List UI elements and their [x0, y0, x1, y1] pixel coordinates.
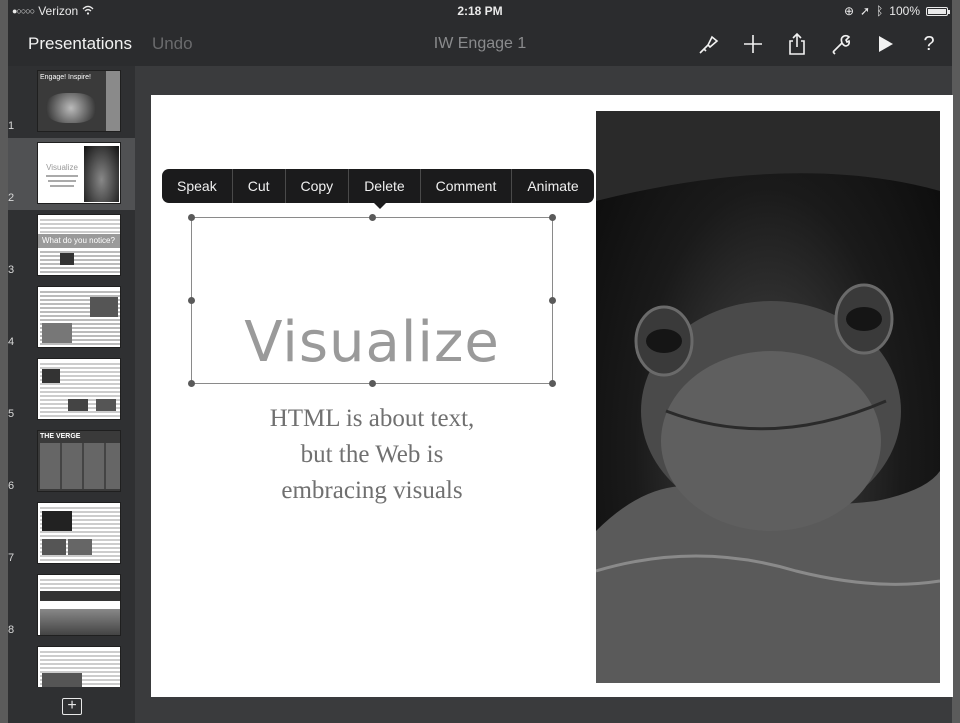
resize-handle-bottom-right[interactable]	[549, 380, 556, 387]
title-text-box[interactable]: Visualize	[188, 214, 556, 387]
slide-preview	[37, 502, 121, 564]
slide-preview	[37, 574, 121, 636]
slide-number: 8	[8, 624, 15, 636]
thumb-title: Visualize	[46, 163, 78, 172]
location-icon: ➚	[860, 4, 871, 18]
slide-preview: Engage! Inspire!	[37, 70, 121, 132]
slide-number: 2	[8, 192, 15, 204]
delete-button[interactable]: Delete	[349, 169, 421, 203]
resize-handle-left[interactable]	[188, 297, 195, 304]
subtitle-line: HTML is about text,	[269, 405, 475, 432]
slide-preview: THE VERGE	[37, 430, 121, 492]
slide-number: 1	[8, 120, 15, 132]
status-time: 2:18 PM	[457, 4, 503, 18]
slide-preview: What do you notice?	[37, 214, 121, 276]
sidebar-footer: +	[8, 687, 135, 723]
slide-thumbnail-7[interactable]: 7	[8, 498, 135, 570]
play-icon[interactable]	[870, 30, 900, 58]
thumb-title: Engage! Inspire!	[40, 74, 91, 81]
undo-button[interactable]: Undo	[152, 34, 193, 54]
slide-number: 4	[8, 336, 15, 348]
help-icon[interactable]: ?	[914, 30, 944, 58]
toolbar: Presentations Undo IW Engage 1 ?	[8, 22, 952, 66]
slide-thumbnail-8[interactable]: 8	[8, 570, 135, 642]
paintbrush-icon[interactable]	[694, 30, 724, 58]
add-slide-button[interactable]: +	[62, 698, 82, 715]
share-icon[interactable]	[782, 30, 812, 58]
comment-button[interactable]: Comment	[421, 169, 513, 203]
thumb-title: THE VERGE	[40, 433, 81, 440]
slide-thumbnail-1[interactable]: 1 Engage! Inspire!	[8, 66, 135, 138]
frog-image	[596, 111, 940, 683]
slide-thumbnail-2[interactable]: 2 Visualize	[8, 138, 135, 210]
battery-percent: 100%	[889, 4, 920, 18]
subtitle-line: embracing visuals	[281, 477, 463, 504]
resize-handle-bottom[interactable]	[369, 380, 376, 387]
animate-button[interactable]: Animate	[512, 169, 593, 203]
bluetooth-icon: ᛒ	[876, 4, 884, 18]
status-bar: ●○○○○ Verizon 2:18 PM ⊕ ➚ ᛒ 100%	[8, 0, 952, 22]
slide-canvas: Visualize HTML is about text, but the We…	[135, 66, 953, 723]
wrench-icon[interactable]	[826, 30, 856, 58]
orientation-lock-icon: ⊕	[843, 4, 855, 18]
resize-handle-right[interactable]	[549, 297, 556, 304]
slide-navigator: 1 Engage! Inspire! 2 Visualize 3 What do…	[8, 66, 135, 723]
slide-number: 5	[8, 408, 15, 420]
slide-preview	[37, 646, 121, 690]
battery-fill	[928, 8, 946, 14]
ipad-frame: ●○○○○ Verizon 2:18 PM ⊕ ➚ ᛒ 100% Present…	[0, 0, 960, 723]
presentations-button[interactable]: Presentations	[28, 34, 132, 54]
context-menu-pointer	[373, 202, 387, 209]
speak-button[interactable]: Speak	[162, 169, 233, 203]
resize-handle-bottom-left[interactable]	[188, 380, 195, 387]
plus-icon[interactable]	[738, 30, 768, 58]
cut-button[interactable]: Cut	[233, 169, 286, 203]
resize-handle-top-left[interactable]	[188, 214, 195, 221]
slide-preview	[37, 286, 121, 348]
thumb-title: What do you notice?	[42, 236, 115, 245]
slide-preview: Visualize	[37, 142, 121, 204]
slide-thumbnail-3[interactable]: 3 What do you notice?	[8, 210, 135, 282]
resize-handle-top-right[interactable]	[549, 214, 556, 221]
slide-title: Visualize	[244, 310, 500, 375]
slide-thumbnail-5[interactable]: 5	[8, 354, 135, 426]
slide-number: 6	[8, 480, 15, 492]
battery-icon	[926, 6, 950, 16]
slide-thumbnail-9[interactable]	[8, 642, 135, 690]
edit-context-menu: Speak Cut Copy Delete Comment Animate	[162, 169, 594, 203]
slide-thumbnail-4[interactable]: 4	[8, 282, 135, 354]
resize-handle-top[interactable]	[369, 214, 376, 221]
slide-thumbnail-6[interactable]: 6 THE VERGE	[8, 426, 135, 498]
slide-subtitle[interactable]: HTML is about text, but the Web is embra…	[191, 401, 553, 509]
slide-preview	[37, 358, 121, 420]
frog-photo[interactable]	[596, 111, 940, 683]
slide-number: 3	[8, 264, 15, 276]
copy-button[interactable]: Copy	[286, 169, 350, 203]
subtitle-line: but the Web is	[300, 441, 444, 468]
slide-number: 7	[8, 552, 15, 564]
